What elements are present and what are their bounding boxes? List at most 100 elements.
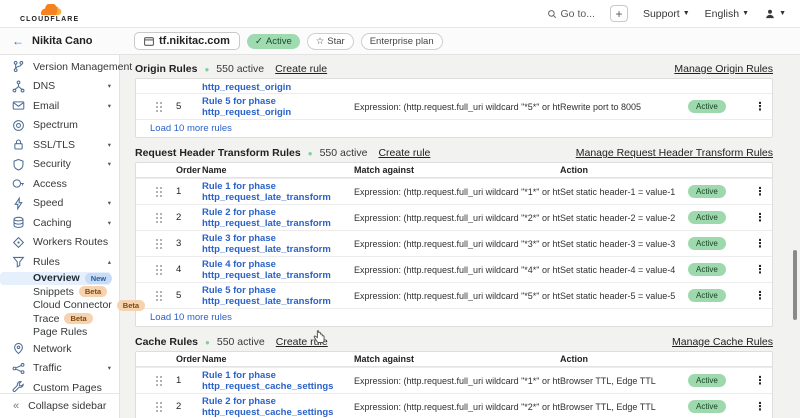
kebab-menu-icon[interactable]: ⋮ xyxy=(748,237,772,250)
add-button[interactable]: + xyxy=(610,5,628,22)
sidebar-item-rules[interactable]: Rules ▴ xyxy=(0,252,119,272)
rule-name-link[interactable]: Rule 1 for phasehttp_request_late_transf… xyxy=(202,181,354,203)
chevron-down-icon: ▾ xyxy=(108,219,111,227)
rule-name-link[interactable]: Rule 2 for phasehttp_request_cache_setti… xyxy=(202,396,354,418)
kebab-menu-icon[interactable]: ⋮ xyxy=(748,263,772,276)
active-dot-icon: ● xyxy=(308,149,313,158)
badge-beta: Beta xyxy=(79,286,107,297)
sidebar-item-caching[interactable]: Caching▾ xyxy=(0,213,119,233)
rule-name-link[interactable]: Rule 5 for phasehttp_request_origin xyxy=(202,96,354,118)
chevron-down-icon: ▾ xyxy=(108,364,111,372)
create-rule-link[interactable]: Create rule xyxy=(378,147,430,159)
sidebar: Version ManagementDNS▾Email▾ Spectrum SSL/… xyxy=(0,55,120,418)
rules-overview-content: Origin Rules●550 activeCreate ruleManage… xyxy=(120,55,800,418)
drag-handle-icon[interactable] xyxy=(142,101,176,113)
chevron-down-icon: ▼ xyxy=(779,10,786,17)
drag-handle-icon[interactable] xyxy=(142,375,176,387)
rule-name-link[interactable]: Rule 5 for phasehttp_request_late_transf… xyxy=(202,285,354,307)
table-row: 1Rule 1 for phasehttp_request_late_trans… xyxy=(136,178,772,204)
rule-order: 4 xyxy=(176,264,202,275)
sidebar-item-label: Rules xyxy=(33,256,60,268)
column-header-action: Action xyxy=(560,165,688,175)
column-header-action: Action xyxy=(560,354,688,364)
create-rule-link[interactable]: Create rule xyxy=(275,63,327,75)
sidebar-item-email[interactable]: Email▾ xyxy=(0,96,119,116)
rule-name-line2: http_request_origin xyxy=(202,82,354,93)
sidebar-item-snippets[interactable]: SnippetsBeta xyxy=(0,285,111,299)
active-count: 550 active xyxy=(320,147,368,159)
rule-name-line1: Rule 3 for phase xyxy=(202,233,354,244)
drag-handle-icon[interactable] xyxy=(142,238,176,250)
mouse-cursor xyxy=(313,330,325,349)
kebab-menu-icon[interactable]: ⋮ xyxy=(748,211,772,224)
language-menu[interactable]: English ▼ xyxy=(705,8,749,20)
sidebar-item-network[interactable]: Network xyxy=(0,339,119,359)
rule-name-line2: http_request_late_transform xyxy=(202,296,354,307)
global-search[interactable]: Go to... xyxy=(547,8,595,20)
sidebar-item-access[interactable]: Access xyxy=(0,174,119,194)
account-name: Nikita Cano xyxy=(32,35,93,47)
drag-handle-icon[interactable] xyxy=(142,290,176,302)
chevron-down-icon: ▾ xyxy=(108,82,111,90)
drag-handle-icon[interactable] xyxy=(142,264,176,276)
status-badge: Active xyxy=(688,400,726,413)
speed-icon xyxy=(12,197,25,210)
spectrum-icon xyxy=(12,119,25,132)
sidebar-item-version-management[interactable]: Version Management xyxy=(0,57,119,77)
user-menu[interactable]: ▼ xyxy=(764,8,786,20)
sidebar-item-overview[interactable]: OverviewNew xyxy=(0,272,111,286)
rule-name-link[interactable]: Rule 3 for phasehttp_request_late_transf… xyxy=(202,233,354,255)
support-menu[interactable]: Support ▼ xyxy=(643,8,690,20)
load-more-row: Load 10 more rules xyxy=(136,308,772,326)
drag-handle-icon[interactable] xyxy=(142,212,176,224)
kebab-menu-icon[interactable]: ⋮ xyxy=(748,289,772,302)
active-dot-icon: ● xyxy=(205,338,210,347)
load-more-link[interactable]: Load 10 more rules xyxy=(150,312,232,323)
vertical-scrollbar-thumb[interactable] xyxy=(793,250,797,320)
manage-rules-link[interactable]: Manage Cache Rules xyxy=(672,336,773,348)
status-badge: Active xyxy=(688,100,726,113)
load-more-link[interactable]: Load 10 more rules xyxy=(150,123,232,134)
kebab-menu-icon[interactable]: ⋮ xyxy=(748,374,772,387)
drag-handle-icon[interactable] xyxy=(142,186,176,198)
sidebar-item-dns[interactable]: DNS▾ xyxy=(0,77,119,97)
sidebar-item-workers-routes[interactable]: Workers Routes xyxy=(0,233,119,253)
kebab-menu-icon[interactable]: ⋮ xyxy=(748,400,772,413)
rule-action: Browser TTL, Edge TTL xyxy=(560,376,688,386)
rule-match-expression: Expression: (http.request.full_uri wildc… xyxy=(354,265,560,275)
drag-handle-icon[interactable] xyxy=(142,401,176,413)
sidebar-subnav: OverviewNewSnippetsBetaCloud ConnectorBe… xyxy=(0,272,119,340)
domain-selector[interactable]: tf.nikitac.com xyxy=(134,32,240,50)
sidebar-item-traffic[interactable]: Traffic▾ xyxy=(0,359,119,379)
chevron-up-icon: ▴ xyxy=(108,258,111,266)
sidebar-item-page-rules[interactable]: Page Rules xyxy=(0,326,111,340)
sidebar-item-ssl-tls[interactable]: SSL/TLS▾ xyxy=(0,135,119,155)
badge-new: New xyxy=(85,273,112,284)
column-header-match: Match against xyxy=(354,354,560,364)
star-icon: ☆ xyxy=(316,36,325,47)
sidebar-item-spectrum[interactable]: Spectrum xyxy=(0,116,119,136)
collapse-sidebar-button[interactable]: « Collapse sidebar xyxy=(0,393,119,418)
rule-order: 2 xyxy=(176,212,202,223)
sidebar-item-label: Spectrum xyxy=(33,119,78,131)
sidebar-item-speed[interactable]: Speed▾ xyxy=(0,194,119,214)
star-button[interactable]: ☆ Star xyxy=(307,33,354,50)
back-arrow-icon[interactable]: ← xyxy=(12,34,24,48)
rule-name-link[interactable]: Rule 1 for phasehttp_request_cache_setti… xyxy=(202,370,354,392)
cloudflare-logo[interactable]: CLOUDFLARE xyxy=(20,4,79,24)
sidebar-item-security[interactable]: Security▾ xyxy=(0,155,119,175)
kebab-menu-icon[interactable]: ⋮ xyxy=(748,100,772,113)
rule-name-link[interactable]: http_request_origin xyxy=(202,82,354,93)
manage-rules-link[interactable]: Manage Request Header Transform Rules xyxy=(576,147,773,159)
column-header-row: OrderNameMatch againstAction xyxy=(136,163,772,178)
sidebar-item-trace[interactable]: TraceBeta xyxy=(0,312,111,326)
column-header-order: Order xyxy=(176,354,202,364)
rule-name-line2: http_request_late_transform xyxy=(202,218,354,229)
rule-name-link[interactable]: Rule 4 for phasehttp_request_late_transf… xyxy=(202,259,354,281)
kebab-menu-icon[interactable]: ⋮ xyxy=(748,185,772,198)
manage-rules-link[interactable]: Manage Origin Rules xyxy=(674,63,773,75)
sidebar-item-cloud-connector[interactable]: Cloud ConnectorBeta xyxy=(0,299,111,313)
rule-order: 1 xyxy=(176,375,202,386)
rule-name-link[interactable]: Rule 2 for phasehttp_request_late_transf… xyxy=(202,207,354,229)
table-row: 2Rule 2 for phasehttp_request_cache_sett… xyxy=(136,393,772,418)
